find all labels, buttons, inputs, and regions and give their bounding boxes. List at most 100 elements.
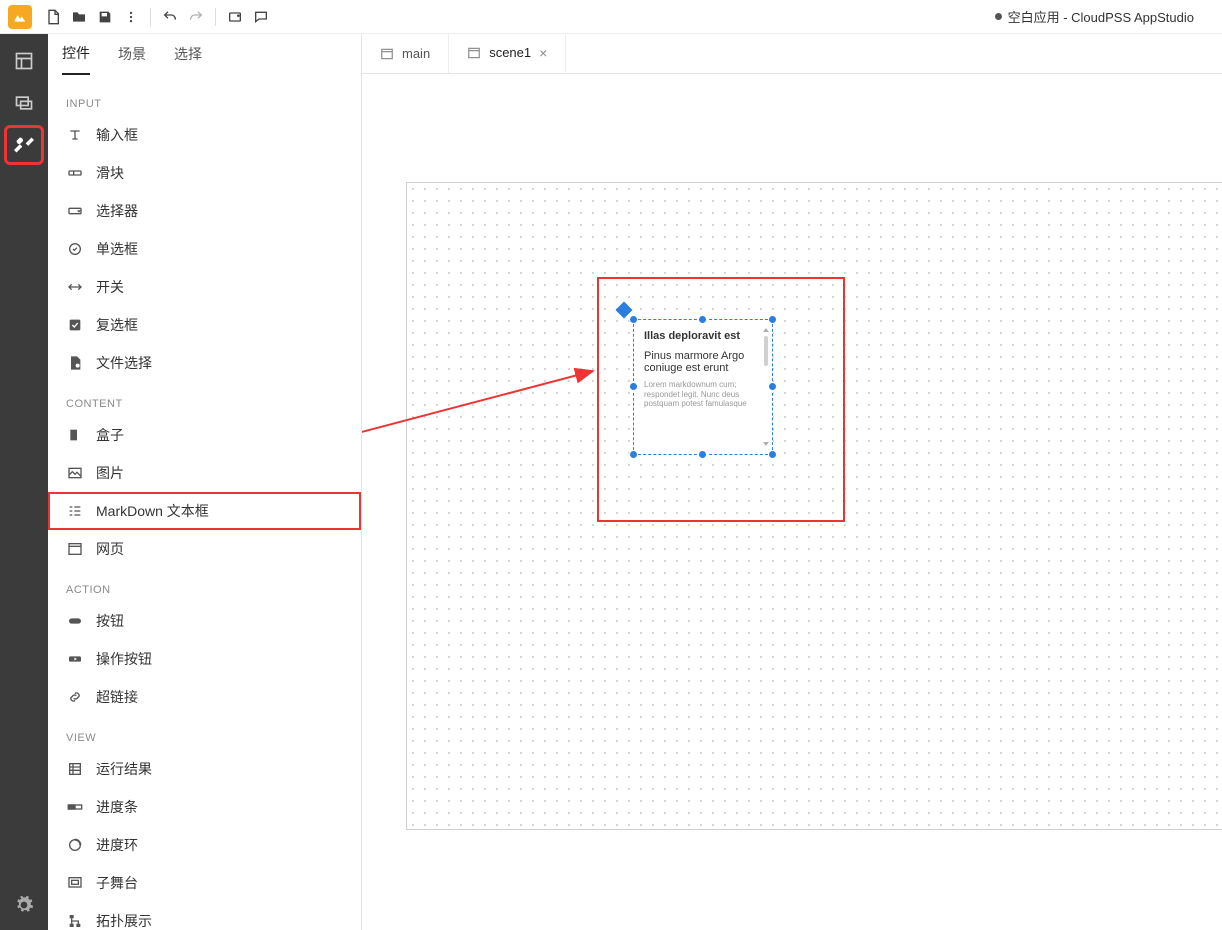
markdown-instance[interactable]: Illas deploravit est Pinus marmore Argo … — [633, 319, 773, 455]
webpage-icon — [66, 540, 84, 558]
scroll-up-icon[interactable] — [763, 328, 769, 332]
md-heading: Illas deploravit est — [644, 330, 762, 342]
selector-widget[interactable]: 选择器 — [48, 192, 361, 230]
settings-icon[interactable] — [7, 888, 41, 922]
widget-label: 滑块 — [96, 163, 124, 183]
new-file-icon[interactable] — [40, 4, 66, 30]
topology-icon — [66, 912, 84, 930]
md-small: Lorem markdownum cum; respondet legit. N… — [644, 380, 762, 409]
tab-scene1[interactable]: scene1 × — [449, 34, 566, 73]
canvas-viewport[interactable]: Illas deploravit est Pinus marmore Argo … — [362, 74, 1222, 930]
tab-scenes[interactable]: 场景 — [118, 34, 146, 74]
md-paragraph: Pinus marmore Argo coniuge est erunt — [644, 350, 762, 374]
group-input-head: INPUT — [48, 82, 361, 116]
image-widget[interactable]: 图片 — [48, 454, 361, 492]
scrollbar[interactable] — [764, 336, 768, 366]
separator — [215, 8, 216, 26]
widget-label: 开关 — [96, 277, 124, 297]
resize-handle-tl[interactable] — [629, 315, 638, 324]
webpage-widget[interactable]: 网页 — [48, 530, 361, 568]
hyperlink-widget[interactable]: 超链接 — [48, 678, 361, 716]
more-icon[interactable] — [118, 4, 144, 30]
rail-tools-icon[interactable] — [7, 128, 41, 162]
widget-label: 进度条 — [96, 797, 138, 817]
file-icon — [66, 354, 84, 372]
open-file-icon[interactable] — [66, 4, 92, 30]
widget-label: 复选框 — [96, 315, 138, 335]
widget-label: 操作按钮 — [96, 649, 152, 669]
resize-handle-lc[interactable] — [629, 382, 638, 391]
selector-icon — [66, 202, 84, 220]
tab-main[interactable]: main — [362, 34, 449, 73]
resize-handle-rc[interactable] — [768, 382, 777, 391]
widget-label: 超链接 — [96, 687, 138, 707]
run-result-widget[interactable]: 运行结果 — [48, 750, 361, 788]
tab-select[interactable]: 选择 — [174, 34, 202, 74]
design-canvas[interactable]: Illas deploravit est Pinus marmore Argo … — [406, 182, 1222, 830]
widget-label: 输入框 — [96, 125, 138, 145]
radio-widget[interactable]: 单选框 — [48, 230, 361, 268]
file-picker-widget[interactable]: 文件选择 — [48, 344, 361, 382]
progress-ring-widget[interactable]: 进度环 — [48, 826, 361, 864]
rail-media-icon[interactable] — [7, 86, 41, 120]
result-icon — [66, 760, 84, 778]
annotate-icon[interactable] — [248, 4, 274, 30]
screenshot-icon[interactable] — [222, 4, 248, 30]
tab-label: scene1 — [489, 45, 531, 60]
progress-bar-widget[interactable]: 进度条 — [48, 788, 361, 826]
window-icon — [380, 47, 394, 61]
progress-ring-icon — [66, 836, 84, 854]
markdown-content: Illas deploravit est Pinus marmore Argo … — [634, 320, 772, 454]
box-icon — [66, 426, 84, 444]
progress-bar-icon — [66, 798, 84, 816]
resize-handle-bc[interactable] — [698, 450, 707, 459]
widget-label: 盒子 — [96, 425, 124, 445]
close-icon[interactable]: × — [539, 45, 547, 61]
selected-widget[interactable]: Illas deploravit est Pinus marmore Argo … — [633, 319, 773, 455]
main-area: main scene1 × — [362, 34, 1222, 930]
image-icon — [66, 464, 84, 482]
slider-icon — [66, 164, 84, 182]
save-icon[interactable] — [92, 4, 118, 30]
resize-handle-bl[interactable] — [629, 450, 638, 459]
topology-widget[interactable]: 拓扑展示 — [48, 902, 361, 930]
tab-label: main — [402, 46, 430, 61]
resize-handle-tc[interactable] — [698, 315, 707, 324]
window-title: 空白应用 - CloudPSS AppStudio — [995, 7, 1194, 26]
widget-label: 单选框 — [96, 239, 138, 259]
widget-label: 文件选择 — [96, 353, 152, 373]
widget-list: INPUT 输入框 滑块 选择器 单选框 开关 复选框 文件选择 CONTENT… — [48, 74, 361, 930]
box-widget[interactable]: 盒子 — [48, 416, 361, 454]
widget-label: 拓扑展示 — [96, 911, 152, 930]
input-text-widget[interactable]: 输入框 — [48, 116, 361, 154]
side-tabs: 控件 场景 选择 — [48, 34, 361, 74]
text-input-icon — [66, 126, 84, 144]
app-logo — [8, 5, 32, 29]
redo-icon[interactable] — [183, 4, 209, 30]
markdown-icon — [66, 502, 84, 520]
group-action-head: ACTION — [48, 568, 361, 602]
resize-handle-tr[interactable] — [768, 315, 777, 324]
switch-widget[interactable]: 开关 — [48, 268, 361, 306]
link-icon — [66, 688, 84, 706]
action-button-widget[interactable]: 操作按钮 — [48, 640, 361, 678]
markdown-widget[interactable]: MarkDown 文本框 — [48, 492, 361, 530]
button-widget[interactable]: 按钮 — [48, 602, 361, 640]
button-icon — [66, 612, 84, 630]
tab-widgets[interactable]: 控件 — [62, 33, 90, 75]
widget-label: 子舞台 — [96, 873, 138, 893]
group-view-head: VIEW — [48, 716, 361, 750]
switch-icon — [66, 278, 84, 296]
slider-widget[interactable]: 滑块 — [48, 154, 361, 192]
checkbox-widget[interactable]: 复选框 — [48, 306, 361, 344]
left-rail — [0, 34, 48, 930]
resize-handle-br[interactable] — [768, 450, 777, 459]
scroll-down-icon[interactable] — [763, 442, 769, 446]
radio-icon — [66, 240, 84, 258]
rail-layout-icon[interactable] — [7, 44, 41, 78]
action-button-icon — [66, 650, 84, 668]
sub-stage-widget[interactable]: 子舞台 — [48, 864, 361, 902]
undo-icon[interactable] — [157, 4, 183, 30]
group-content-head: CONTENT — [48, 382, 361, 416]
editor-tabs: main scene1 × — [362, 34, 1222, 74]
